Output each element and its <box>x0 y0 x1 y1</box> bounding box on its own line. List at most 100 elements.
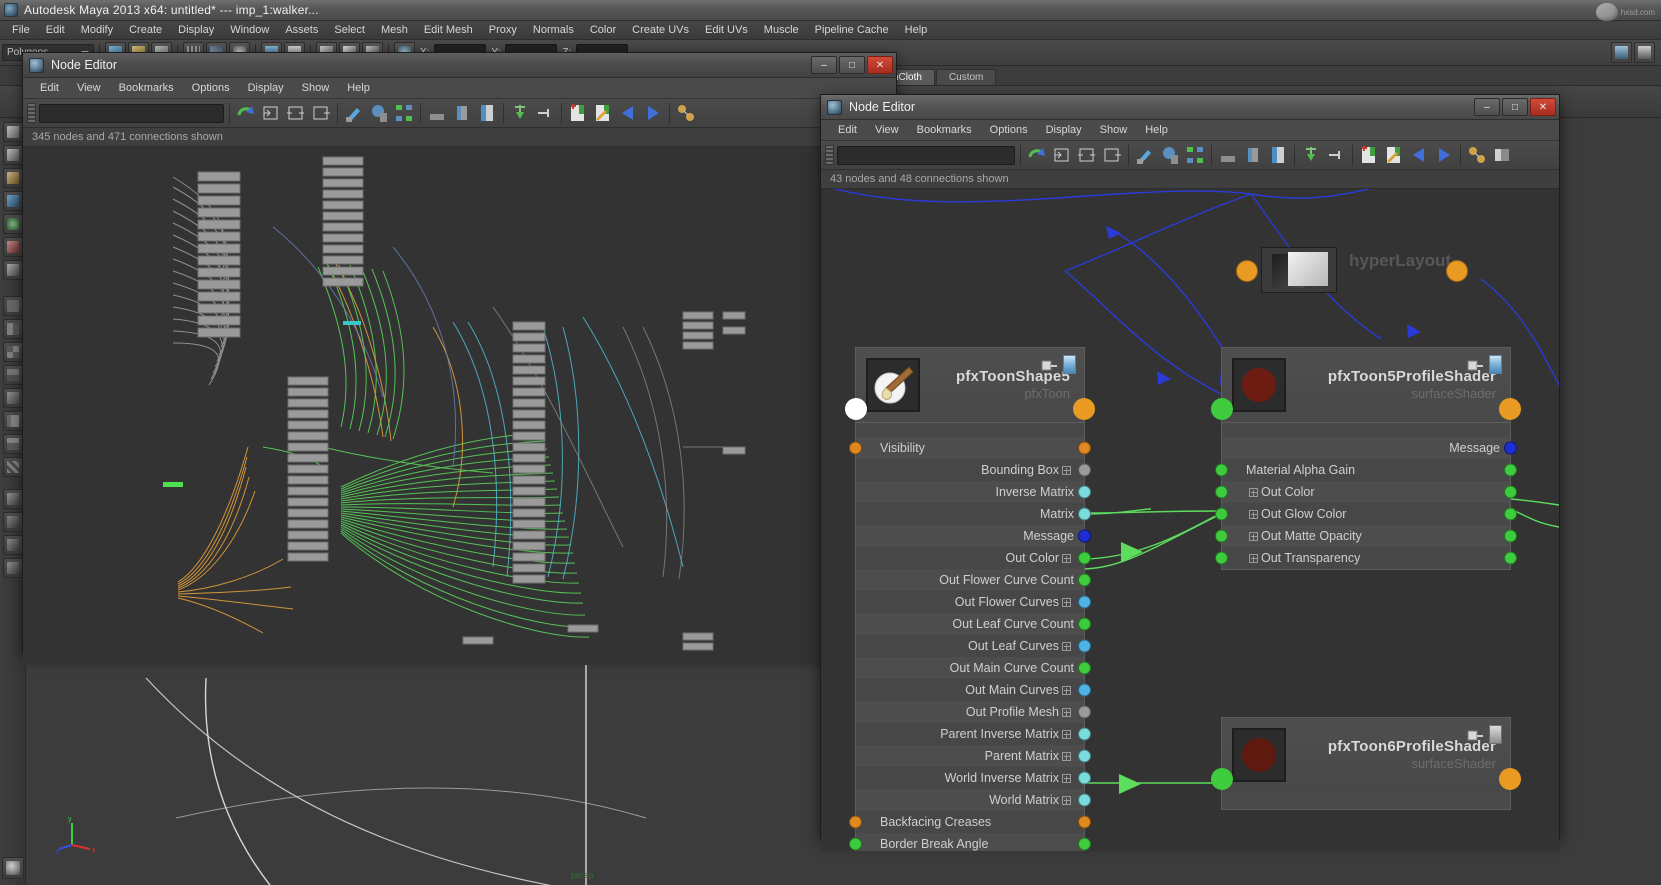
output-connections-icon[interactable] <box>1101 144 1123 166</box>
attribute-output-connector[interactable] <box>1078 640 1091 653</box>
node-attribute-row[interactable]: Out Main Curves <box>856 679 1084 701</box>
tool-scale-icon[interactable] <box>3 237 23 257</box>
unpin-icon[interactable] <box>534 102 556 124</box>
node-attribute-row[interactable]: Inverse Matrix <box>856 481 1084 503</box>
attribute-output-connector[interactable] <box>1078 750 1091 763</box>
pin-icon[interactable] <box>1467 729 1484 741</box>
pin-selected-icon[interactable] <box>1300 144 1322 166</box>
next-bookmark-icon[interactable] <box>642 102 664 124</box>
menu-item-edit-uvs[interactable]: Edit UVs <box>697 23 756 37</box>
attribute-input-connector[interactable] <box>1215 486 1228 499</box>
next-bookmark-icon[interactable] <box>1433 144 1455 166</box>
attribute-output-connector[interactable] <box>1078 442 1091 455</box>
node-attribute-row[interactable]: Out Matte Opacity <box>1222 525 1510 547</box>
layout-outliner-persp-icon[interactable] <box>3 411 23 431</box>
expand-attribute-icon[interactable] <box>1249 488 1258 497</box>
node-swatch-toggle-icon[interactable] <box>1489 725 1502 744</box>
previous-bookmark-icon[interactable] <box>617 102 639 124</box>
expand-attribute-icon[interactable] <box>1062 730 1071 739</box>
attribute-input-connector[interactable] <box>1215 530 1228 543</box>
clear-graph-icon[interactable] <box>1134 144 1156 166</box>
delete-node-icon[interactable] <box>1159 144 1181 166</box>
node-attribute-row[interactable]: Out Leaf Curves <box>856 635 1084 657</box>
pin-selected-icon[interactable] <box>509 102 531 124</box>
attribute-input-connector[interactable] <box>1215 464 1228 477</box>
menu-item-window[interactable]: Window <box>222 23 277 37</box>
input-connections-icon[interactable] <box>260 102 282 124</box>
toolbar-grip[interactable] <box>825 145 834 165</box>
menu-item-select[interactable]: Select <box>326 23 373 37</box>
menu-item-edit-mesh[interactable]: Edit Mesh <box>416 23 481 37</box>
tool-paint-select-icon[interactable] <box>3 168 23 188</box>
search-input[interactable] <box>39 104 224 123</box>
menu-item-assets[interactable]: Assets <box>277 23 326 37</box>
menu-item-muscle[interactable]: Muscle <box>756 23 807 37</box>
attribute-output-connector[interactable] <box>1078 662 1091 675</box>
node-attribute-row[interactable]: Out Flower Curves <box>856 591 1084 613</box>
graph-mode-icon[interactable] <box>1466 144 1488 166</box>
attribute-output-connector[interactable] <box>1078 684 1091 697</box>
node-attribute-row[interactable]: Border Break Angle <box>856 833 1084 851</box>
previous-bookmark-icon[interactable] <box>1408 144 1430 166</box>
output-connections-icon[interactable] <box>310 102 332 124</box>
input-connections-icon[interactable] <box>1051 144 1073 166</box>
attribute-output-connector[interactable] <box>1504 552 1517 565</box>
attribute-editor-toggle[interactable] <box>1634 42 1655 63</box>
node-main-output-plug[interactable] <box>1073 398 1095 420</box>
node-attribute-row[interactable]: Material Alpha Gain <box>1222 459 1510 481</box>
layout-front-icon[interactable] <box>3 512 23 532</box>
menu-item-mesh[interactable]: Mesh <box>373 23 416 37</box>
simple-node-view-icon[interactable] <box>426 102 448 124</box>
node-attribute-row[interactable]: Message <box>856 525 1084 547</box>
tool-select-icon[interactable] <box>3 122 23 142</box>
node-main-output-plug[interactable] <box>1499 768 1521 790</box>
maximize-button[interactable]: □ <box>1502 98 1528 116</box>
edit-bookmark-icon[interactable] <box>592 102 614 124</box>
expand-attribute-icon[interactable] <box>1062 466 1071 475</box>
node-card-pfxtoon6profileshader[interactable]: pfxToon6ProfileShader surfaceShader <box>1221 717 1511 810</box>
layout-graph-icon[interactable] <box>1184 144 1206 166</box>
node-editor-window-back[interactable]: Node Editor – □ ✕ EditViewBookmarksOptio… <box>22 52 897 653</box>
node-graph-canvas[interactable] <box>23 147 896 665</box>
layout-top-icon[interactable] <box>3 558 23 578</box>
menu-item-help[interactable]: Help <box>897 23 936 37</box>
extra-tool-icon[interactable] <box>1491 144 1513 166</box>
layout-single-pane-icon[interactable] <box>3 296 23 316</box>
attribute-output-connector[interactable] <box>1504 508 1517 521</box>
attribute-input-connector[interactable] <box>849 816 862 829</box>
menu-item-edit[interactable]: Edit <box>31 81 68 95</box>
layout-uv-editor-icon[interactable] <box>3 457 23 477</box>
node-swatch-toggle-icon[interactable] <box>1063 355 1076 374</box>
menu-item-bookmarks[interactable]: Bookmarks <box>908 123 981 137</box>
menu-item-show[interactable]: Show <box>1091 123 1137 137</box>
expand-attribute-icon[interactable] <box>1249 554 1258 563</box>
node-input-plug[interactable] <box>1211 768 1233 790</box>
add-bookmark-icon[interactable] <box>567 102 589 124</box>
channel-box-toggle[interactable] <box>1611 42 1632 63</box>
expand-attribute-icon[interactable] <box>1062 752 1071 761</box>
node-attribute-row[interactable]: Out Color <box>1222 481 1510 503</box>
tool-lasso-icon[interactable] <box>3 145 23 165</box>
node-attribute-row[interactable]: Out Color <box>856 547 1084 569</box>
layout-hypergraph-icon[interactable] <box>3 388 23 408</box>
node-attribute-row[interactable]: Out Leaf Curve Count <box>856 613 1084 635</box>
connector-plug-hyperlayout-in[interactable] <box>1236 260 1258 282</box>
node-main-output-plug[interactable] <box>1499 398 1521 420</box>
node-attribute-row[interactable]: World Matrix <box>856 789 1084 811</box>
minimize-button[interactable]: – <box>1474 98 1500 116</box>
node-editor-window-front[interactable]: Node Editor – □ ✕ EditViewBookmarksOptio… <box>820 94 1560 839</box>
menu-item-normals[interactable]: Normals <box>525 23 582 37</box>
menu-item-file[interactable]: File <box>4 23 38 37</box>
node-attribute-row[interactable]: Parent Matrix <box>856 745 1084 767</box>
node-attribute-row[interactable]: Out Main Curve Count <box>856 657 1084 679</box>
shelf-tab-custom[interactable]: Custom <box>936 69 996 85</box>
attribute-output-connector[interactable] <box>1078 464 1091 477</box>
attribute-output-connector[interactable] <box>1504 442 1517 455</box>
attribute-output-connector[interactable] <box>1078 794 1091 807</box>
node-attribute-row[interactable]: Parent Inverse Matrix <box>856 723 1084 745</box>
full-node-view-icon[interactable] <box>476 102 498 124</box>
edit-bookmark-icon[interactable] <box>1383 144 1405 166</box>
close-button[interactable]: ✕ <box>1530 98 1556 116</box>
tool-rotate-icon[interactable] <box>3 214 23 234</box>
unpin-icon[interactable] <box>1325 144 1347 166</box>
